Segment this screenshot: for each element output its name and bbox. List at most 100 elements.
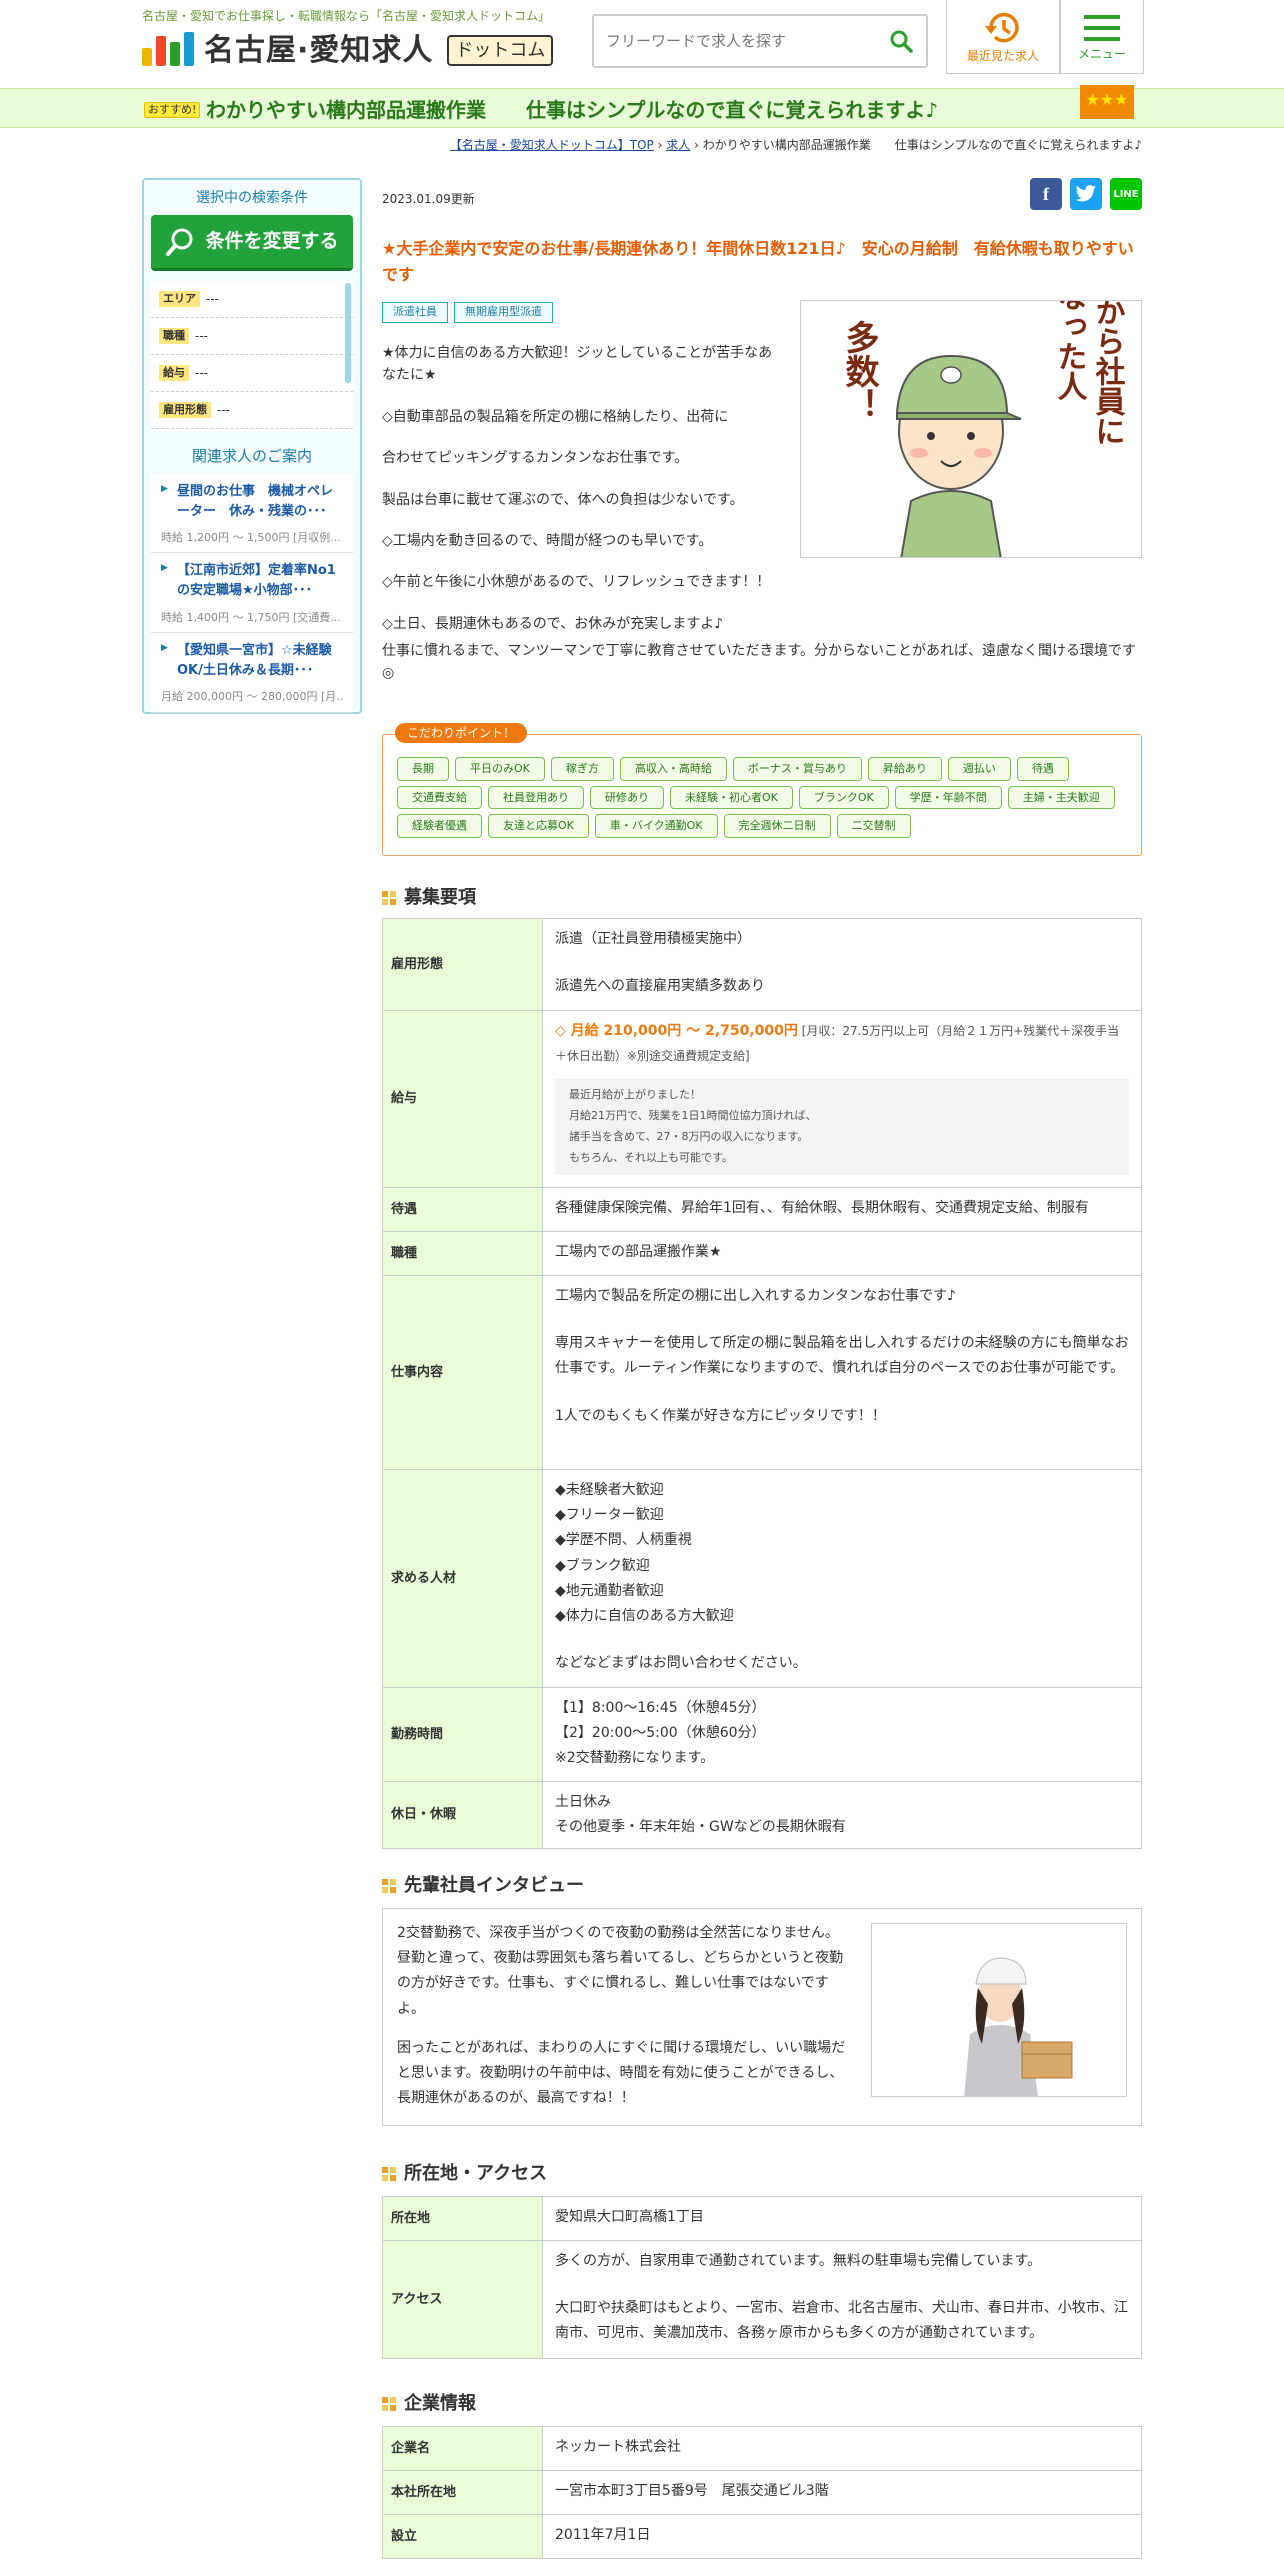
recent-jobs-label: 最近見た求人 (966, 48, 1039, 63)
table-row: 職種 工場内での部品運搬作業★ (382, 1230, 1142, 1276)
search-button[interactable] (876, 16, 926, 66)
kodawari-tag[interactable]: 平日のみOK (455, 757, 545, 781)
condition-salary: 給与 --- (151, 355, 353, 392)
salary-note-box: 最近月給が上がりました！ 月給21万円で、残業を1日1時間位協力頂ければ、 諸手… (555, 1079, 1129, 1175)
logo-badge: ドットコム (447, 34, 554, 66)
breadcrumb-sep: › (657, 138, 667, 152)
section-square-icon (382, 2166, 396, 2181)
kodawari-tag[interactable]: 週払い (947, 757, 1011, 781)
interview-box: 2交替勤務で、深夜手当がつくので夜勤の勤務は全然苦になりません。昼勤と違って、夜… (382, 1908, 1142, 2126)
updated-date: 2023.01.09更新 (382, 192, 475, 206)
kodawari-tag[interactable]: 交通費支給 (397, 785, 482, 810)
search-box (592, 14, 928, 68)
logo-mark-icon (142, 30, 196, 70)
tag-muki: 無期雇用型派遣 (454, 302, 553, 323)
kodawari-tag[interactable]: 研修あり (590, 785, 664, 810)
worker-illustration-icon: 派遣から社員に なった人 多数！ (839, 301, 1126, 557)
share-buttons: f LINE (1030, 178, 1142, 210)
kodawari-tag[interactable]: ブランクOK (798, 785, 889, 810)
search-icon (890, 30, 913, 53)
site-tagline: 名古屋・愛知でお仕事探し・転職情報なら「名古屋・愛知求人ドットコム」 (142, 9, 551, 23)
table-row: 仕事内容 工場内で製品を所定の棚に出し入れするカンタンなお仕事です♪ 専用スキャナ… (382, 1274, 1142, 1470)
kodawari-tag[interactable]: ボーナス・賞与あり (732, 757, 862, 781)
kodawari-box: こだわりポイント！ 長期 平日のみOK 稼ぎ方 高収入・高時給 ボーナス・賞与あ… (382, 723, 1142, 856)
table-row: 所在地 愛知県大口町高橋1丁目 (382, 2196, 1142, 2241)
banner-title: わかりやすい構内部品運搬作業 仕事はシンプルなので直ぐに覚えられますよ♪ (206, 98, 939, 122)
breadcrumb-current: わかりやすい構内部品運搬作業 仕事はシンプルなので直ぐに覚えられますよ♪ (702, 138, 1142, 152)
kodawari-tag[interactable]: 経験者優遇 (397, 814, 482, 838)
kodawari-tag[interactable]: 稼ぎ方 (550, 757, 614, 781)
company-table: 企業名 ネッカート株式会社 本社所在地 一宮市本町3丁目5番9号 尾張交通ビル3… (382, 2426, 1142, 2559)
condition-job-type: 職種 --- (151, 318, 353, 355)
location-heading: 所在地・アクセス (382, 2160, 547, 2187)
tag-haken: 派遣社員 (382, 302, 448, 323)
image-caption-line2: なった人 (1052, 301, 1088, 401)
search-icon (166, 228, 193, 256)
menu-label: メニュー (1077, 46, 1126, 61)
site-header: 名古屋・愛知でお仕事探し・転職情報なら「名古屋・愛知求人ドットコム」 名古屋·愛… (0, 0, 1284, 88)
table-row: 企業名 ネッカート株式会社 (382, 2426, 1142, 2471)
conditions-scrollbar[interactable] (345, 283, 351, 383)
table-row: 待遇 各種健康保険完備、昇給年1回有、、有給休暇、長期休暇有、交通費規定支給、制… (382, 1186, 1142, 1232)
sidebar: 選択中の検索条件 条件を変更する エリア --- 職種 --- 給与 --- 雇用形態… (142, 178, 362, 714)
kodawari-tag[interactable]: 社員登用あり (488, 785, 584, 810)
kodawari-tag[interactable]: 完全週休二日制 (723, 814, 831, 838)
kodawari-tag[interactable]: 未経験・初心者OK (670, 785, 793, 810)
table-row: 求める人材 ◆未経験者大歓迎 ◆フリーター歓迎 ◆学歴不問、人柄重視 ◆ブランク… (382, 1468, 1142, 1688)
kodawari-tag[interactable]: 待遇 (1016, 757, 1069, 781)
sidebar-title: 選択中の検索条件 (196, 190, 308, 206)
related-job-item[interactable]: 【江南市近郊】定着率No1の安定職場★小物部･･･ 時給 1,400円 ～ 1,… (151, 553, 353, 634)
table-row: 給与 ◇ 月給 210,000円 ～ 2,750,000円 [月収：27.5万円… (382, 1010, 1142, 1188)
requirements-heading: 募集要項 (382, 884, 476, 911)
line-share-button[interactable]: LINE (1110, 178, 1142, 210)
table-row: 休日・休暇 土日休み その他夏季・年末年始・GWなどの長期休暇有 (382, 1780, 1142, 1850)
change-conditions-label: 条件を変更する (205, 230, 339, 253)
menu-button[interactable]: メニュー (1060, 0, 1144, 74)
rating-stars: ★★★ (1080, 85, 1134, 119)
kodawari-tag[interactable]: 車・バイク通勤OK (594, 814, 718, 838)
breadcrumb-home[interactable]: 【名古屋・愛知求人ドットコム】TOP (450, 138, 654, 152)
kodawari-title: こだわりポイント！ (395, 723, 528, 743)
job-title: ★大手企業内で安定のお仕事/長期連休あり！年間休日数121日♪ 安心の月給制 有… (382, 239, 1134, 284)
location-table: 所在地 愛知県大口町高橋1丁目 アクセス 多くの方が、自家用車で通勤されています… (382, 2196, 1142, 2359)
site-logo[interactable]: 名古屋·愛知求人 ドットコム (142, 28, 554, 72)
job-intro: ★体力に自信のある方大歓迎！ジッとしていることが苦手なあなたに★ ◇自動車部品の… (382, 345, 773, 632)
kodawari-tag[interactable]: 友達と応募OK (488, 814, 589, 838)
salary-range: ◇ 月給 210,000円 ～ 2,750,000円 (555, 1023, 798, 1039)
breadcrumb-sep: › (694, 138, 703, 152)
kodawari-tag[interactable]: 二交替制 (836, 814, 911, 838)
history-icon (985, 12, 1019, 42)
kodawari-tag[interactable]: 主婦・主夫歓迎 (1007, 785, 1115, 810)
requirements-table: 雇用形態 派遣（正社員登用積極実施中） 派遣先への直接雇用実績多数あり 給与 ◇ … (382, 918, 1142, 1850)
section-square-icon (382, 2396, 396, 2411)
image-caption-line3: 多数！ (839, 320, 879, 422)
breadcrumb: 【名古屋・愛知求人ドットコム】TOP › 求人 › わかりやすい構内部品運搬作業… (380, 136, 1142, 154)
job-intro-note: 仕事に慣れるまで、マンツーマンで丁寧に教育させていただきます。分からないことがあ… (382, 643, 1137, 682)
interview-heading: 先輩社員インタビュー (382, 1872, 584, 1899)
search-input[interactable] (594, 16, 876, 66)
kodawari-tag[interactable]: 学歴・年齢不問 (894, 785, 1002, 810)
hamburger-icon (1084, 14, 1120, 41)
related-job-item[interactable]: 昼間のお仕事 機械オペレーター 休み・残業の･･･ 時給 1,200円 ～ 1,… (151, 473, 353, 554)
table-row: 勤務時間 【1】8:00～16:45（休憩45分） 【2】20:00～5:00（休… (382, 1686, 1142, 1782)
kodawari-tag[interactable]: 長期 (397, 757, 449, 781)
kodawari-tag[interactable]: 昇給あり (867, 757, 942, 781)
interview-text: 2交替勤務で、深夜手当がつくので夜勤の勤務は全然苦になりません。昼勤と違って、夜… (397, 1925, 846, 2107)
image-caption-line1: 派遣から社員に (1090, 301, 1126, 446)
twitter-bird-icon (1075, 185, 1096, 202)
table-row: 設立 2011年7月1日 (382, 2514, 1142, 2559)
related-jobs-list: 昼間のお仕事 機械オペレーター 休み・残業の･･･ 時給 1,200円 ～ 1,… (151, 473, 353, 713)
recent-jobs-button[interactable]: 最近見た求人 (946, 0, 1060, 74)
facebook-share-button[interactable]: f (1030, 178, 1062, 210)
change-conditions-button[interactable]: 条件を変更する (151, 215, 353, 271)
condition-employment: 雇用形態 --- (151, 392, 353, 429)
kodawari-tag[interactable]: 高収入・高時給 (619, 757, 727, 781)
section-square-icon (382, 1878, 396, 1893)
breadcrumb-jobs[interactable]: 求人 (666, 138, 690, 152)
twitter-share-button[interactable] (1070, 178, 1102, 210)
kodawari-list: 長期 平日のみOK 稼ぎ方 高収入・高時給 ボーナス・賞与あり 昇給あり 週払い… (397, 757, 1127, 838)
job-banner: おすすめ! わかりやすい構内部品運搬作業 仕事はシンプルなので直ぐに覚えられます… (0, 85, 1284, 128)
conditions-list[interactable]: エリア --- 職種 --- 給与 --- 雇用形態 --- (151, 281, 353, 431)
interview-photo (871, 1923, 1127, 2097)
related-job-item[interactable]: 【愛知県一宮市】☆未経験OK/土日休み＆長期･･･ 月給 200,000円 ～ … (151, 633, 353, 713)
